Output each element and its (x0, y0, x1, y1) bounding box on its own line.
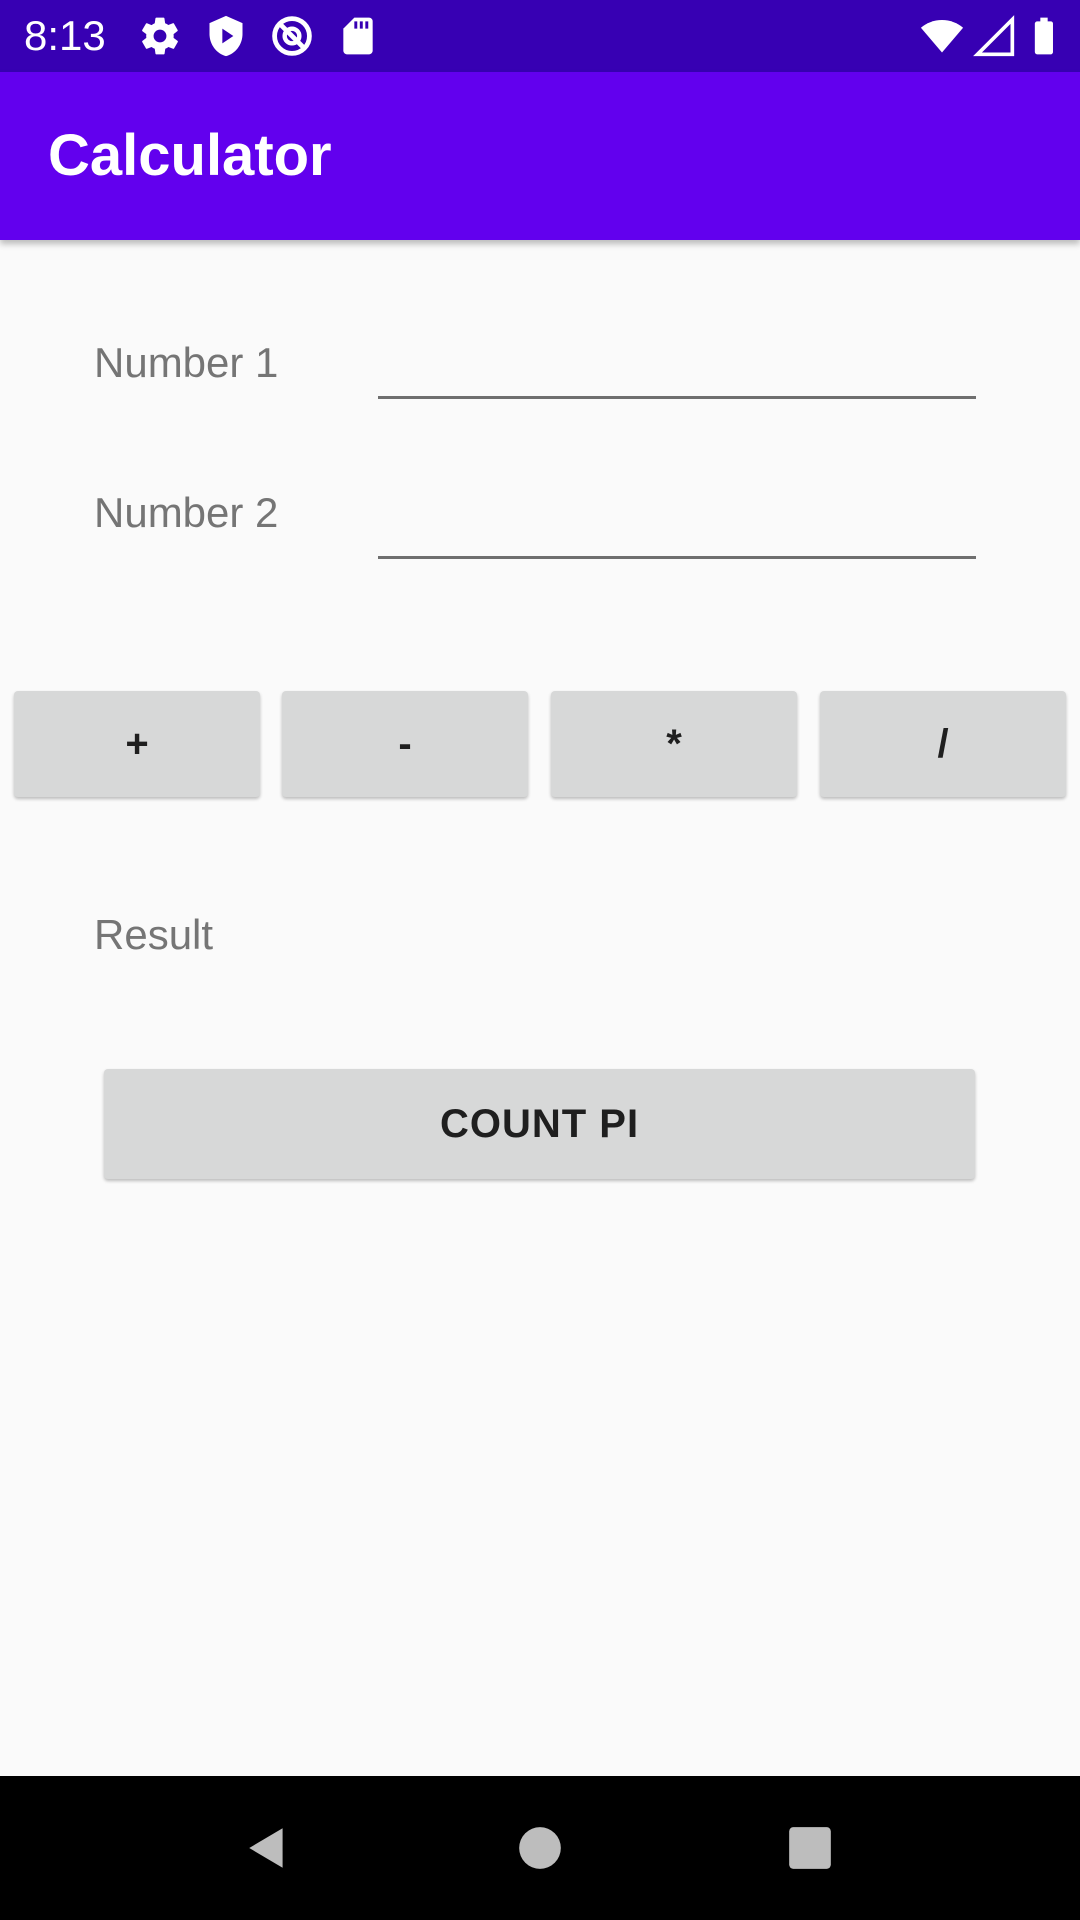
divide-button[interactable]: / (820, 691, 1066, 797)
battery-icon (1022, 14, 1066, 58)
home-icon[interactable] (515, 1823, 565, 1873)
multiply-button[interactable]: * (551, 691, 797, 797)
count-pi-button[interactable]: COUNT PI (104, 1069, 975, 1179)
number1-input[interactable] (378, 339, 976, 399)
app-bar: Calculator (0, 72, 1080, 240)
number2-input[interactable] (378, 499, 976, 559)
number1-label: Number 1 (94, 339, 279, 386)
app-title: Calculator (48, 123, 332, 188)
play-shield-icon (204, 14, 248, 58)
back-icon[interactable] (243, 1823, 293, 1873)
navigation-bar (0, 1776, 1080, 1920)
result-label: Result (94, 911, 214, 958)
gear-icon (138, 14, 182, 58)
recents-icon[interactable] (785, 1823, 835, 1873)
sd-card-icon (336, 14, 380, 58)
cell-signal-icon (972, 14, 1016, 58)
at-sign-icon (270, 14, 314, 58)
wifi-icon (920, 14, 964, 58)
add-button[interactable]: + (14, 691, 260, 797)
subtract-button[interactable]: - (282, 691, 528, 797)
number2-label: Number 2 (94, 489, 279, 536)
status-time: 8:13 (24, 12, 106, 59)
status-bar: 8:13 (0, 0, 1080, 72)
